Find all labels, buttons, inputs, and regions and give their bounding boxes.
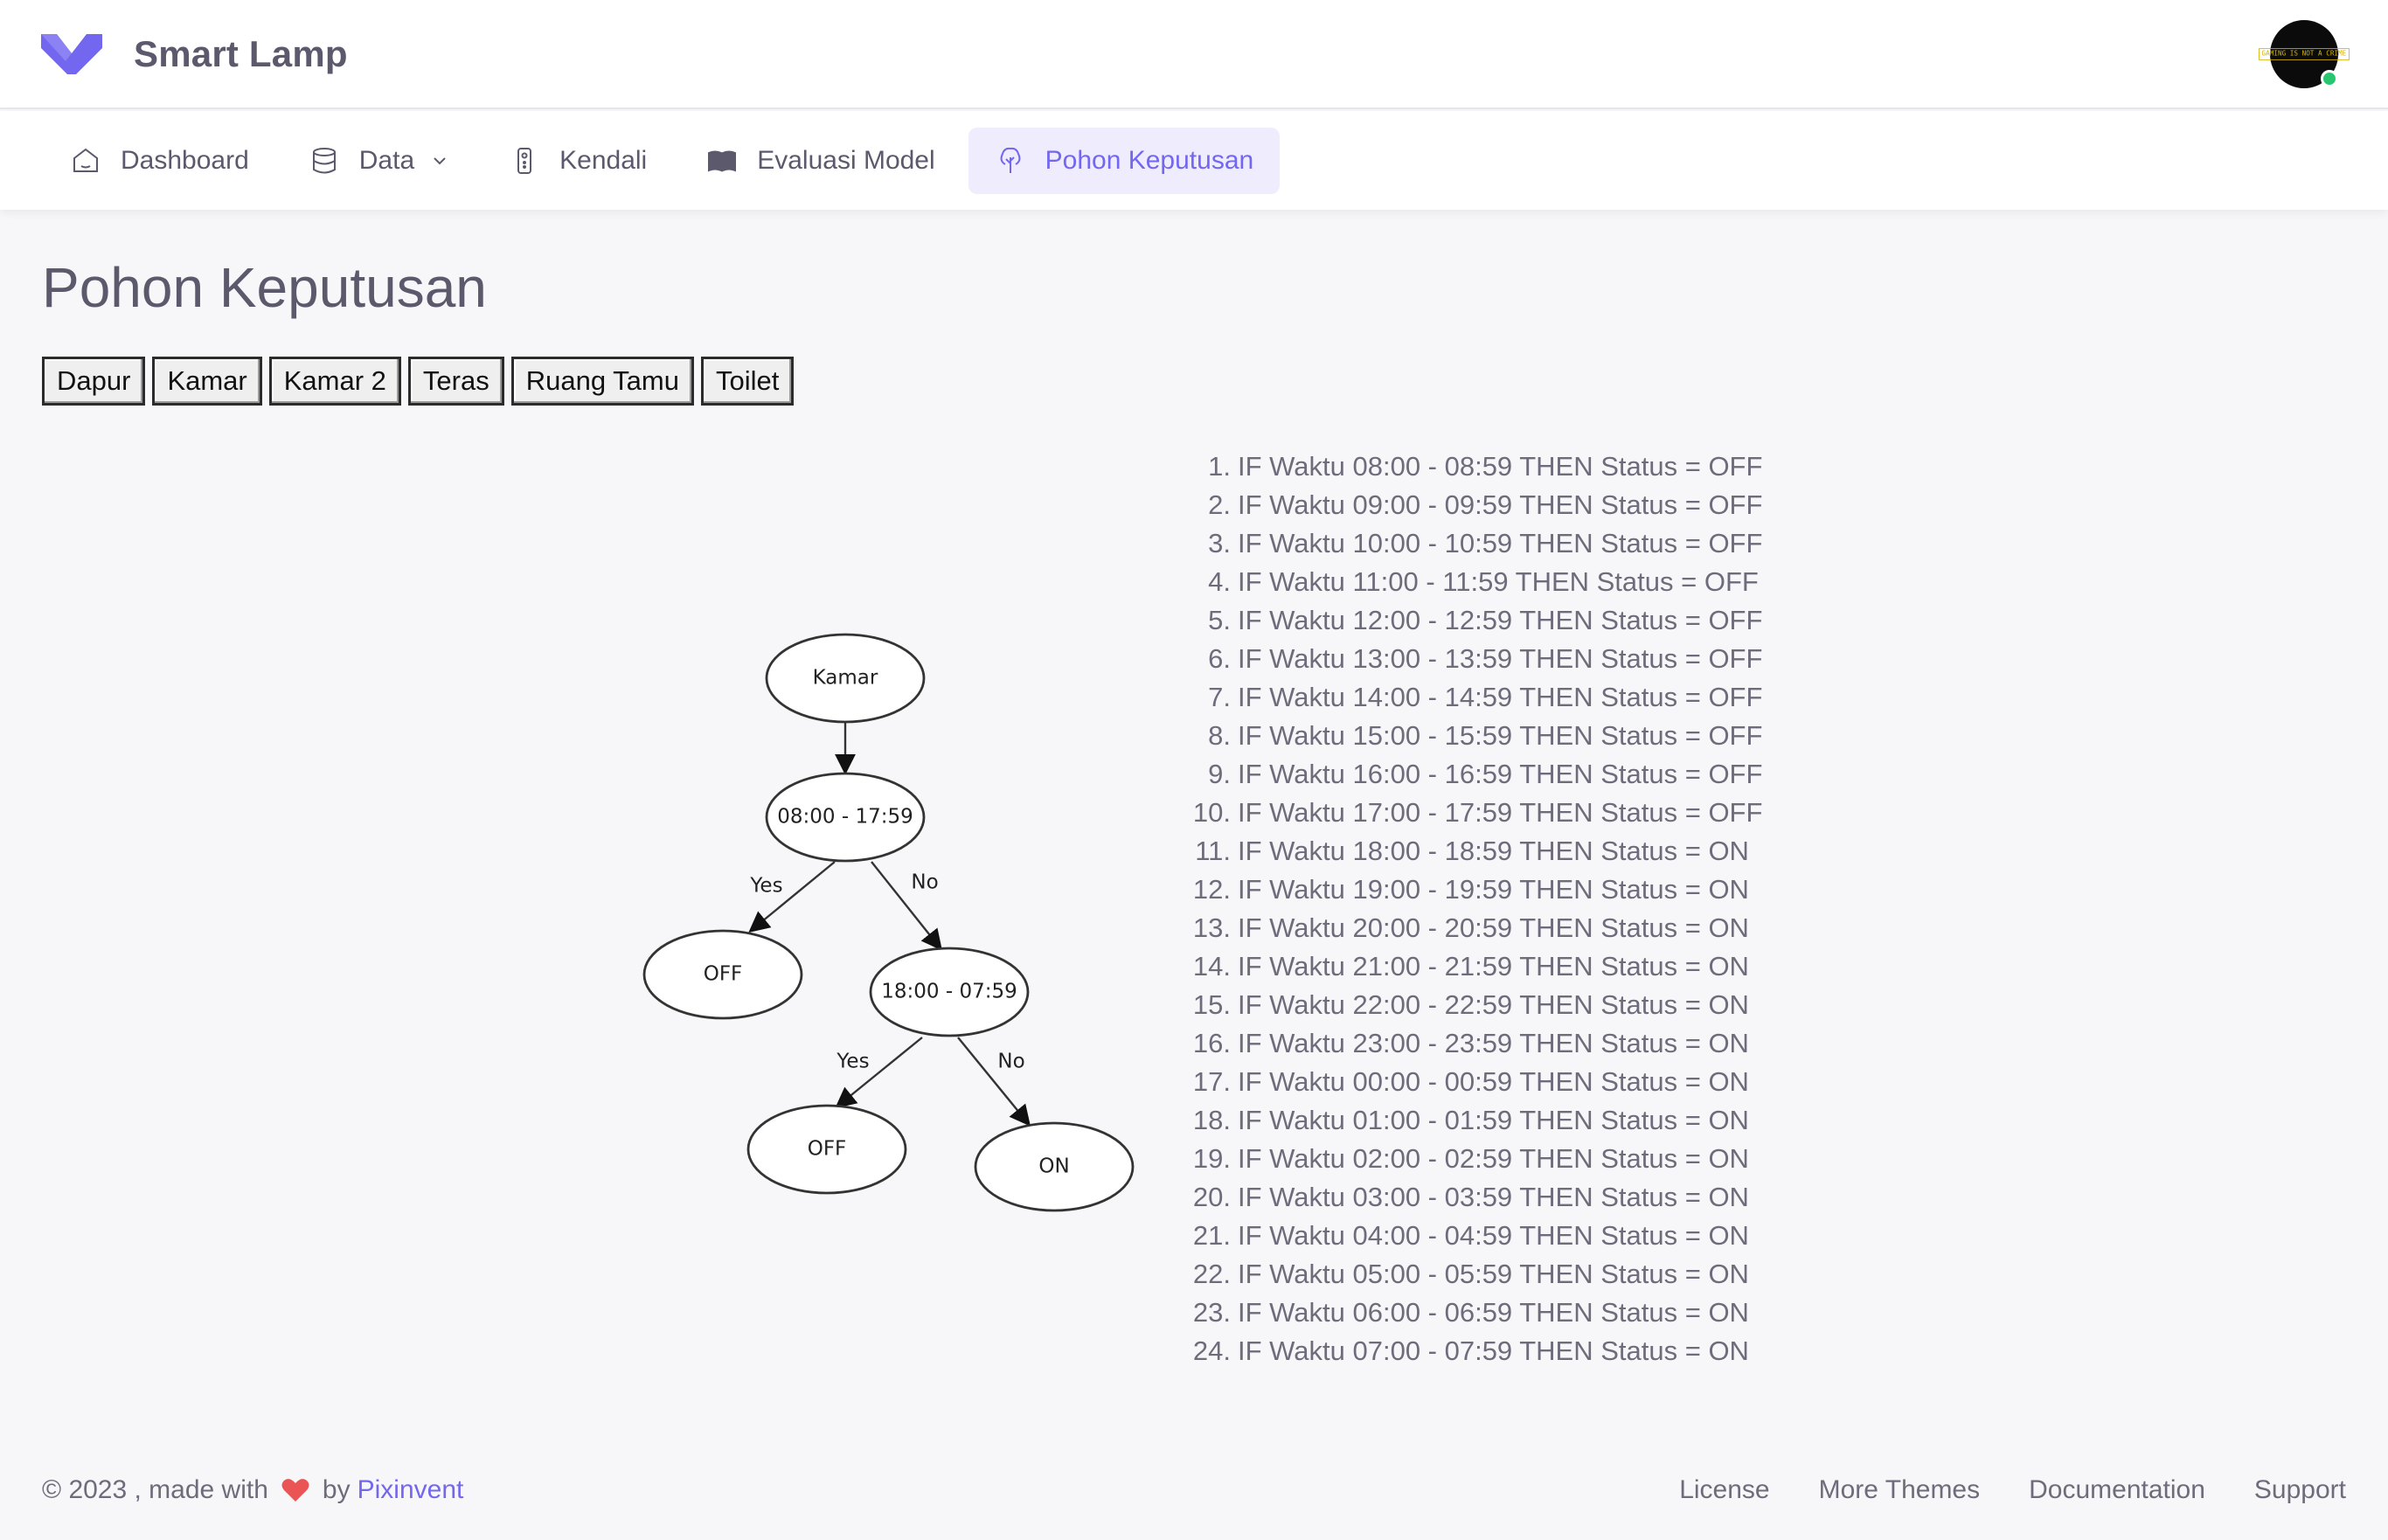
nav-label-evaluasi: Evaluasi Model	[757, 145, 935, 175]
copyright-text: © 2023 , made with	[42, 1475, 268, 1504]
avatar-label: GAMING IS NOT A CRIME	[2259, 48, 2350, 60]
brand-name: Smart Lamp	[134, 32, 348, 74]
rule-item: 9. IF Waktu 16:00 - 16:59 THEN Status = O…	[1208, 759, 1763, 789]
rule-item: 3. IF Waktu 10:00 - 10:59 THEN Status = O…	[1208, 528, 1763, 558]
rule-item: 17. IF Waktu 00:00 - 00:59 THEN Status = …	[1192, 1066, 1749, 1097]
footer-links: License More Themes Documentation Suppor…	[1679, 1475, 2346, 1505]
rule-item: 24. IF Waktu 07:00 - 07:59 THEN Status = …	[1192, 1335, 1749, 1366]
rule-item: 14. IF Waktu 21:00 - 21:59 THEN Status = …	[1192, 951, 1749, 982]
rule-item: 8. IF Waktu 15:00 - 15:59 THEN Status = O…	[1208, 720, 1763, 751]
room-button-dapur[interactable]: Dapur	[42, 357, 146, 406]
avatar[interactable]: GAMING IS NOT A CRIME	[2259, 20, 2350, 88]
database-icon	[312, 147, 336, 173]
rule-item: 12. IF Waktu 19:00 - 19:59 THEN Status = …	[1192, 874, 1749, 905]
tree-leaf-off-2-label: OFF	[808, 1138, 847, 1161]
tree-leaf-on-label: ON	[1038, 1155, 1069, 1178]
heart-icon	[281, 1479, 309, 1502]
edge-label-no-2: No	[997, 1051, 1024, 1073]
rule-item: 18. IF Waktu 01:00 - 01:59 THEN Status = …	[1192, 1105, 1749, 1135]
nav-item-evaluasi[interactable]: Evaluasi Model	[680, 128, 961, 194]
room-button-ruang-tamu[interactable]: Ruang Tamu	[510, 357, 694, 406]
rules-list: 1. IF Waktu 08:00 - 08:59 THEN Status = O…	[1171, 447, 1763, 1370]
nav-label-data: Data	[358, 145, 415, 175]
nav-item-pohon-keputusan[interactable]: Pohon Keputusan	[968, 127, 1281, 194]
nav-label-pohon-keputusan: Pohon Keputusan	[1045, 145, 1254, 175]
chevron-down-icon	[434, 156, 446, 164]
book-icon	[708, 150, 737, 172]
author-link[interactable]: Pixinvent	[358, 1475, 464, 1505]
nav-item-kendali[interactable]: Kendali	[482, 128, 673, 194]
rule-item: 1. IF Waktu 08:00 - 08:59 THEN Status = O…	[1208, 451, 1763, 482]
decision-tree-diagram: Kamar 08:00 - 17:59 OFF 18:00 - 07:59 OF…	[642, 633, 1135, 1212]
top-header: Smart Lamp GAMING IS NOT A CRIME	[0, 0, 2388, 109]
rule-item: 7. IF Waktu 14:00 - 14:59 THEN Status = O…	[1208, 682, 1763, 712]
room-button-toilet[interactable]: Toilet	[700, 357, 795, 406]
tree-node-root-label: Kamar	[813, 667, 878, 690]
footer: © 2023 , made with by Pixinvent License …	[42, 1468, 2346, 1512]
rule-item: 15. IF Waktu 22:00 - 22:59 THEN Status = …	[1192, 989, 1749, 1020]
room-button-group: Dapur Kamar Kamar 2 Teras Ruang Tamu Toi…	[42, 357, 795, 406]
nav-item-data[interactable]: Data	[282, 128, 476, 194]
rule-item: 5. IF Waktu 12:00 - 12:59 THEN Status = O…	[1208, 605, 1763, 635]
room-button-kamar-2[interactable]: Kamar 2	[268, 357, 401, 406]
remote-control-icon	[517, 147, 532, 174]
rule-item: 11. IF Waktu 18:00 - 18:59 THEN Status = …	[1195, 836, 1749, 866]
tree-node-time-2-label: 18:00 - 07:59	[881, 981, 1017, 1003]
footer-copyright: © 2023 , made with by Pixinvent	[42, 1475, 463, 1505]
edge-label-no-1: No	[911, 871, 938, 894]
page-title: Pohon Keputusan	[42, 256, 487, 319]
home-icon	[73, 148, 98, 172]
rule-item: 6. IF Waktu 13:00 - 13:59 THEN Status = O…	[1208, 643, 1763, 674]
rule-item: 23. IF Waktu 06:00 - 06:59 THEN Status = …	[1192, 1297, 1749, 1328]
rule-item: 4. IF Waktu 11:00 - 11:59 THEN Status = O…	[1208, 566, 1759, 597]
rule-item: 16. IF Waktu 23:00 - 23:59 THEN Status = …	[1192, 1028, 1749, 1058]
nav-label-dashboard: Dashboard	[121, 145, 249, 175]
edge-label-yes-2: Yes	[836, 1051, 869, 1073]
nav-label-kendali: Kendali	[559, 145, 648, 175]
brand[interactable]: Smart Lamp	[41, 32, 348, 76]
rule-item: 20. IF Waktu 03:00 - 03:59 THEN Status = …	[1192, 1182, 1749, 1212]
rule-item: 22. IF Waktu 05:00 - 05:59 THEN Status = …	[1192, 1259, 1749, 1289]
footer-link-license[interactable]: License	[1679, 1475, 1769, 1505]
room-button-teras[interactable]: Teras	[407, 357, 504, 406]
footer-link-more-themes[interactable]: More Themes	[1819, 1475, 1981, 1505]
edge-label-yes-1: Yes	[749, 875, 782, 898]
brand-logo-icon	[41, 33, 102, 74]
rule-item: 19. IF Waktu 02:00 - 02:59 THEN Status = …	[1192, 1143, 1749, 1174]
room-button-kamar[interactable]: Kamar	[152, 357, 262, 406]
footer-link-support[interactable]: Support	[2254, 1475, 2346, 1505]
footer-link-documentation[interactable]: Documentation	[2029, 1475, 2205, 1505]
online-status-dot	[2321, 70, 2338, 87]
rule-item: 13. IF Waktu 20:00 - 20:59 THEN Status = …	[1192, 912, 1749, 943]
rule-item: 10. IF Waktu 17:00 - 17:59 THEN Status = …	[1192, 797, 1763, 828]
by-text: by	[322, 1475, 351, 1504]
rule-item: 21. IF Waktu 04:00 - 04:59 THEN Status = …	[1192, 1220, 1749, 1251]
tree-icon	[1000, 147, 1021, 173]
rule-item: 2. IF Waktu 09:00 - 09:59 THEN Status = O…	[1208, 489, 1763, 520]
tree-leaf-off-1-label: OFF	[704, 963, 743, 986]
tree-node-time-1-label: 08:00 - 17:59	[777, 806, 913, 829]
main-nav: Dashboard Data Kendali Evaluasi Model Po…	[0, 111, 2388, 210]
nav-item-dashboard[interactable]: Dashboard	[44, 128, 275, 194]
